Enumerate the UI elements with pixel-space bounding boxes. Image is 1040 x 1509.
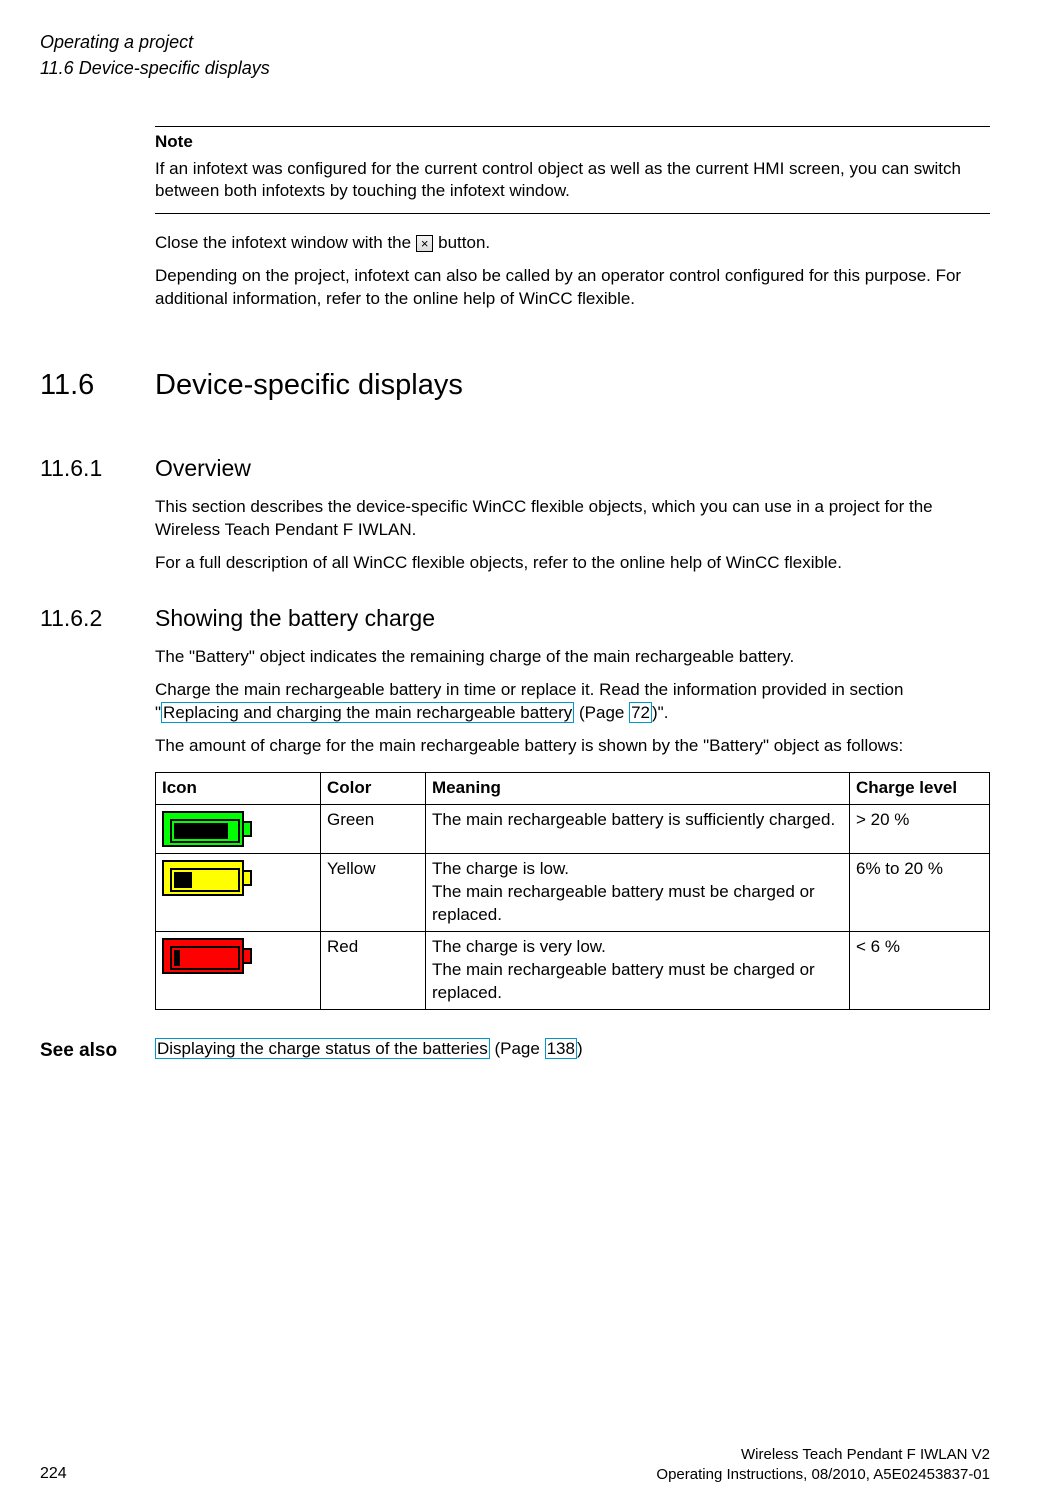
close-icon: × — [416, 235, 434, 252]
table-row: Green The main rechargeable battery is s… — [156, 804, 990, 853]
level-cell: 6% to 20 % — [850, 853, 990, 931]
icon-cell — [156, 804, 321, 853]
heading-number: 11.6.1 — [40, 453, 155, 484]
text: The main rechargeable battery must be ch… — [432, 959, 843, 1005]
color-cell: Yellow — [321, 853, 426, 931]
heading-title: Overview — [155, 453, 251, 484]
paragraph: Charge the main rechargeable battery in … — [155, 679, 990, 725]
running-header-section: 11.6 Device-specific displays — [40, 56, 990, 80]
text: Close the infotext window with the — [155, 233, 416, 252]
heading-2: 11.6.1 Overview — [40, 453, 990, 484]
color-cell: Red — [321, 931, 426, 1009]
note-label: Note — [155, 131, 990, 154]
level-cell: < 6 % — [850, 931, 990, 1009]
paragraph: The "Battery" object indicates the remai… — [155, 646, 990, 669]
text: The charge is low. — [432, 858, 843, 881]
page-link[interactable]: 72 — [629, 702, 652, 723]
paragraph: Depending on the project, infotext can a… — [155, 265, 990, 311]
table-header-row: Icon Color Meaning Charge level — [156, 773, 990, 805]
col-level: Charge level — [850, 773, 990, 805]
meaning-cell: The charge is low. The main rechargeable… — [426, 853, 850, 931]
text: The main rechargeable battery must be ch… — [432, 881, 843, 927]
note-text: If an infotext was configured for the cu… — [155, 158, 990, 204]
meaning-cell: The charge is very low. The main recharg… — [426, 931, 850, 1009]
page-number: 224 — [40, 1463, 67, 1485]
rule — [155, 126, 990, 127]
paragraph: For a full description of all WinCC flex… — [155, 552, 990, 575]
running-header-title: Operating a project — [40, 30, 990, 54]
heading-title: Device-specific displays — [155, 366, 463, 405]
battery-table: Icon Color Meaning Charge level Green Th… — [155, 772, 990, 1010]
page-footer: Wireless Teach Pendant F IWLAN V2 Operat… — [40, 1445, 990, 1486]
heading-number: 11.6.2 — [40, 603, 155, 634]
battery-yellow-icon — [162, 860, 252, 896]
paragraph: The amount of charge for the main rechar… — [155, 735, 990, 758]
cross-reference-link[interactable]: Displaying the charge status of the batt… — [155, 1038, 490, 1059]
page-link[interactable]: 138 — [545, 1038, 577, 1059]
see-also-section: See also Displaying the charge status of… — [40, 1038, 990, 1064]
col-color: Color — [321, 773, 426, 805]
footer-doc-title: Wireless Teach Pendant F IWLAN V2 — [40, 1445, 990, 1465]
paragraph: Close the infotext window with the × but… — [155, 232, 990, 255]
see-also-content: Displaying the charge status of the batt… — [155, 1038, 583, 1061]
rule — [155, 213, 990, 214]
see-also-label: See also — [40, 1038, 155, 1064]
col-meaning: Meaning — [426, 773, 850, 805]
text: (Page — [490, 1039, 545, 1058]
text: The charge is very low. — [432, 936, 843, 959]
table-row: Yellow The charge is low. The main recha… — [156, 853, 990, 931]
text: ) — [577, 1039, 583, 1058]
level-cell: > 20 % — [850, 804, 990, 853]
heading-1: 11.6 Device-specific displays — [40, 366, 990, 405]
text: (Page — [574, 703, 629, 722]
meaning-cell: The main rechargeable battery is suffici… — [426, 804, 850, 853]
heading-number: 11.6 — [40, 366, 155, 405]
paragraph: This section describes the device-specif… — [155, 496, 990, 542]
icon-cell — [156, 931, 321, 1009]
battery-green-icon — [162, 811, 252, 847]
cross-reference-link[interactable]: Replacing and charging the main recharge… — [161, 702, 574, 723]
text: button. — [433, 233, 490, 252]
color-cell: Green — [321, 804, 426, 853]
col-icon: Icon — [156, 773, 321, 805]
heading-title: Showing the battery charge — [155, 603, 435, 634]
footer-doc-id: Operating Instructions, 08/2010, A5E0245… — [40, 1465, 990, 1485]
icon-cell — [156, 853, 321, 931]
table-row: Red The charge is very low. The main rec… — [156, 931, 990, 1009]
heading-2: 11.6.2 Showing the battery charge — [40, 603, 990, 634]
text: )". — [652, 703, 668, 722]
battery-red-icon — [162, 938, 252, 974]
